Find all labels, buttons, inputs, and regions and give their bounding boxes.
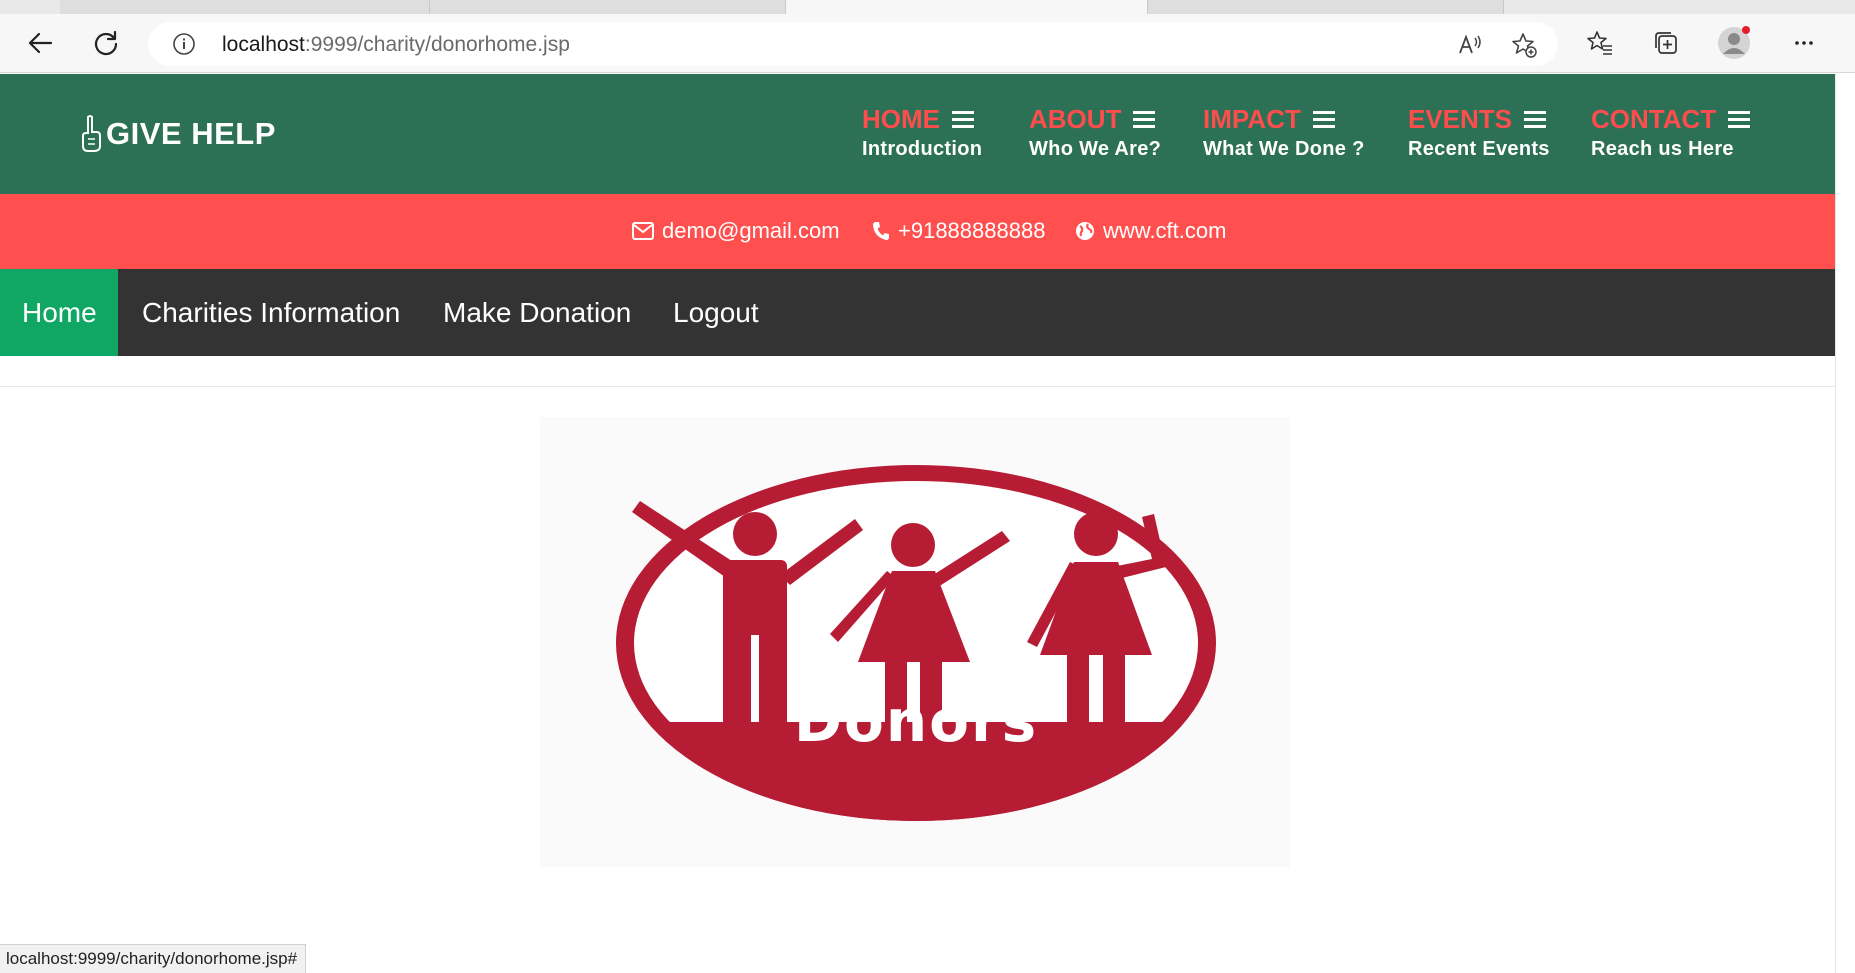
refresh-icon xyxy=(94,30,118,56)
menu-icon xyxy=(1133,110,1156,128)
phone-text: +91888888888 xyxy=(898,218,1046,243)
secondary-nav: Home Charities Information Make Donation… xyxy=(0,269,1835,356)
site-info-icon[interactable] xyxy=(172,32,196,56)
nav-about[interactable]: ABOUT Who We Are? xyxy=(1029,104,1161,161)
address-bar[interactable]: localhost:9999/charity/donorhome.jsp xyxy=(148,22,1558,66)
profile-button[interactable] xyxy=(1716,25,1752,61)
browser-tab-active[interactable] xyxy=(786,0,1148,14)
nav-about-title: ABOUT xyxy=(1029,104,1122,134)
phone-icon xyxy=(873,222,889,240)
browser-tab[interactable] xyxy=(1148,0,1504,14)
donors-logo: Donors xyxy=(616,465,1216,821)
contact-email[interactable]: demo@gmail.com xyxy=(632,218,840,244)
back-arrow-icon xyxy=(28,32,53,54)
menu-icon xyxy=(1312,110,1335,128)
url-path: :9999/charity/donorhome.jsp xyxy=(304,33,570,56)
brand-name: GIVE HELP xyxy=(106,116,276,151)
collections-button[interactable] xyxy=(1648,25,1684,61)
url-host: localhost xyxy=(222,33,305,56)
nav-home-title: HOME xyxy=(862,104,940,134)
status-bar-url: localhost:9999/charity/donorhome.jsp# xyxy=(0,944,307,973)
contact-website[interactable]: www.cft.com xyxy=(1075,218,1226,244)
read-aloud-icon[interactable] xyxy=(1456,31,1484,59)
nav-impact-title: IMPACT xyxy=(1203,104,1301,134)
nav-home-subtitle: Introduction xyxy=(862,138,983,160)
email-text: demo@gmail.com xyxy=(662,218,840,243)
nav-events-subtitle: Recent Events xyxy=(1408,138,1550,160)
menu-icon xyxy=(1524,110,1547,128)
site-header: GIVE HELP HOME Introduction ABOUT Who We… xyxy=(0,74,1835,194)
nav-link-charities-information[interactable]: Charities Information xyxy=(142,269,400,356)
nav-home[interactable]: HOME Introduction xyxy=(862,104,982,161)
favorites-icon xyxy=(1587,31,1612,55)
ellipsis-icon xyxy=(1795,41,1813,45)
contact-phone[interactable]: +91888888888 xyxy=(872,218,1045,244)
site-logo[interactable]: GIVE HELP xyxy=(80,114,276,154)
nav-contact-subtitle: Reach us Here xyxy=(1591,138,1734,160)
globe-icon xyxy=(1076,222,1094,240)
nav-contact[interactable]: CONTACT Reach us Here xyxy=(1591,104,1751,161)
nav-events[interactable]: EVENTS Recent Events xyxy=(1408,104,1550,161)
browser-toolbar: localhost:9999/charity/donorhome.jsp xyxy=(0,14,1855,73)
nav-impact-subtitle: What We Done ? xyxy=(1203,138,1365,160)
nav-impact[interactable]: IMPACT What We Done ? xyxy=(1203,104,1365,161)
envelope-icon xyxy=(632,222,654,240)
divider xyxy=(0,386,1835,387)
nav-link-home[interactable]: Home xyxy=(0,269,118,356)
collections-icon xyxy=(1655,32,1677,54)
donors-banner-image: Donors xyxy=(540,417,1290,867)
website-text: www.cft.com xyxy=(1103,218,1227,243)
donors-text: Donors xyxy=(794,687,1038,755)
browser-tab[interactable] xyxy=(430,0,786,14)
menu-icon xyxy=(952,110,974,128)
more-menu-button[interactable] xyxy=(1786,25,1822,61)
url-text[interactable]: localhost:9999/charity/donorhome.jsp xyxy=(222,33,570,57)
browser-tab[interactable] xyxy=(60,0,430,14)
back-button[interactable] xyxy=(22,25,58,61)
contact-bar: demo@gmail.com +91888888888 www.cft.com xyxy=(0,194,1835,269)
browser-window: { "browser": { "url_host": "localhost", … xyxy=(0,0,1855,973)
favorites-button[interactable] xyxy=(1582,25,1618,61)
nav-link-logout[interactable]: Logout xyxy=(673,269,759,356)
menu-icon xyxy=(1728,110,1751,128)
nav-events-title: EVENTS xyxy=(1408,104,1513,134)
nav-link-make-donation[interactable]: Make Donation xyxy=(443,269,631,356)
vertical-scrollbar[interactable] xyxy=(1835,74,1855,973)
nav-about-subtitle: Who We Are? xyxy=(1029,138,1162,160)
add-favorite-icon[interactable] xyxy=(1510,31,1538,59)
refresh-button[interactable] xyxy=(88,25,124,61)
pointing-hand-icon xyxy=(82,115,101,152)
nav-contact-title: CONTACT xyxy=(1591,104,1717,134)
tab-strip xyxy=(0,0,1855,14)
avatar-icon xyxy=(1718,26,1750,59)
